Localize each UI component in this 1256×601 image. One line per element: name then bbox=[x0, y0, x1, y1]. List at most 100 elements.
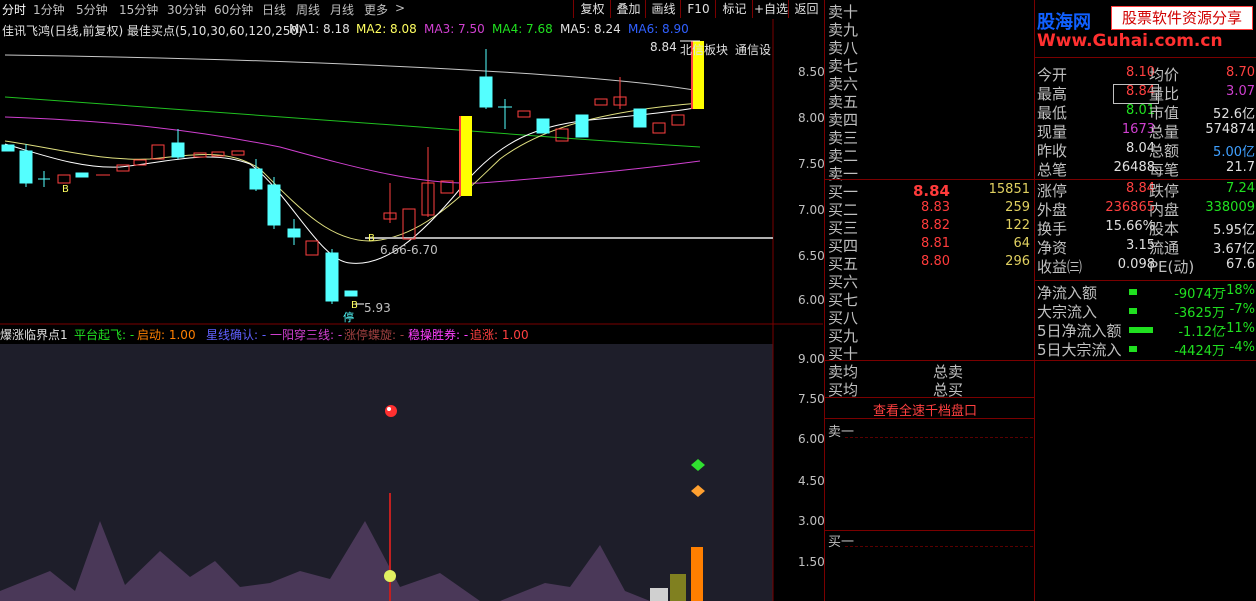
ma2-label: MA2: 8.08 bbox=[356, 22, 417, 36]
ma3-line bbox=[4, 116, 701, 184]
quote-value: 67.6 bbox=[1226, 257, 1255, 272]
quote-label: 收益㈢ bbox=[1037, 258, 1083, 276]
flow-bar bbox=[1129, 346, 1137, 352]
more-arrow-icon[interactable]: > bbox=[395, 1, 405, 15]
tab-intraday[interactable]: 分时 bbox=[2, 1, 26, 18]
tab-30min[interactable]: 30分钟 bbox=[167, 1, 206, 18]
quote-value: 0.098 bbox=[1117, 257, 1155, 272]
tab-more[interactable]: 更多 bbox=[364, 1, 388, 18]
ball-icon bbox=[385, 405, 397, 417]
flow-percent: -4% bbox=[1229, 340, 1255, 355]
high-value: 8.84 bbox=[650, 40, 677, 54]
signal-one-yang: 一阳穿三线: - bbox=[270, 328, 343, 342]
axis-label: 8.50 bbox=[798, 65, 825, 79]
ma6-label: MA6: 8.90 bbox=[628, 22, 689, 36]
axis-label: 7.50 bbox=[798, 157, 825, 171]
flow-percent: -11% bbox=[1221, 321, 1255, 336]
quote-value: 21.7 bbox=[1226, 160, 1255, 175]
flow-value: -1.12亿 bbox=[1178, 325, 1225, 340]
adjust-button[interactable]: 复权 bbox=[573, 0, 611, 18]
quote-value: 8.04 bbox=[1126, 141, 1155, 156]
quote-label: 昨收 bbox=[1037, 142, 1068, 160]
sector-label[interactable]: 北信板块 bbox=[680, 41, 728, 58]
draw-button[interactable]: 画线 bbox=[645, 0, 681, 18]
ma1-line bbox=[4, 106, 701, 264]
indicator-title: 爆涨临界点1 bbox=[0, 328, 68, 342]
signal-star: 星线确认: - bbox=[206, 328, 267, 342]
quote-value: 15.66% bbox=[1105, 219, 1155, 234]
low-value: 5.93 bbox=[364, 301, 391, 315]
buy-marker-2: B bbox=[368, 233, 375, 244]
tab-5min[interactable]: 5分钟 bbox=[76, 1, 108, 18]
indicator-bar bbox=[650, 588, 668, 601]
flow-percent: -7% bbox=[1229, 302, 1255, 317]
back-button[interactable]: 返回 bbox=[788, 0, 824, 18]
quote-label: 净资 bbox=[1037, 239, 1068, 257]
flow-label: 净流入额 bbox=[1037, 284, 1098, 302]
signal-platform: 平台起飞: - bbox=[74, 328, 135, 342]
quote-label: 市值 bbox=[1149, 104, 1180, 122]
quote-label: 最低 bbox=[1037, 104, 1068, 122]
quote-value: 236865 bbox=[1105, 200, 1155, 215]
suspend-marker: 停 bbox=[343, 311, 354, 324]
quote-label: 跌停 bbox=[1149, 182, 1180, 200]
quote-label: 现量 bbox=[1037, 123, 1068, 141]
kline-title: 佳讯飞鸿(日线,前复权) 最佳买点(5,10,30,60,120,250) bbox=[2, 24, 303, 38]
watchlist-button[interactable]: +自选 bbox=[752, 0, 789, 18]
quote-value: 7.24 bbox=[1226, 181, 1255, 196]
tab-15min[interactable]: 15分钟 bbox=[119, 1, 158, 18]
ma6-line bbox=[4, 54, 701, 92]
high-value-box bbox=[1113, 84, 1159, 104]
quote-label: 换手 bbox=[1037, 220, 1068, 238]
ma3-label: MA3: 7.50 bbox=[424, 22, 485, 36]
order-book: 卖十 卖九 卖八 卖七 卖六 卖五 卖四 卖三 卖二 卖一 买一 8.84 15851 买二 8.83 25… bbox=[824, 0, 1035, 601]
buy-marker-1: B bbox=[62, 184, 69, 195]
f10-button[interactable]: F10 bbox=[680, 0, 716, 18]
flow-bar bbox=[1129, 327, 1153, 333]
flow-label: 大宗流入 bbox=[1037, 303, 1098, 321]
full-depth-link[interactable]: 查看全速千档盘口 bbox=[873, 400, 977, 419]
tab-1min[interactable]: 1分钟 bbox=[33, 1, 65, 18]
tab-monthly[interactable]: 月线 bbox=[330, 1, 354, 18]
quote-value: 8.01 bbox=[1126, 103, 1155, 118]
flow-label: 5日大宗流入 bbox=[1037, 341, 1122, 359]
down-candles bbox=[1, 49, 647, 304]
quote-value: 1673 bbox=[1121, 122, 1155, 137]
buy-level-volume: 64 bbox=[1013, 236, 1030, 251]
quote-value: 8.70 bbox=[1226, 65, 1255, 80]
kline-canvas bbox=[0, 19, 823, 325]
quote-label: 今开 bbox=[1037, 66, 1068, 84]
quote-value: 338009 bbox=[1205, 200, 1255, 215]
tab-daily[interactable]: 日线 bbox=[262, 1, 286, 18]
kline-chart[interactable]: 佳讯飞鸿(日线,前复权) 最佳买点(5,10,30,60,120,250) MA… bbox=[0, 19, 825, 325]
quote-label: 总额 bbox=[1149, 142, 1180, 160]
mark-button[interactable]: 标记 bbox=[715, 0, 753, 18]
apple-icon bbox=[384, 570, 396, 582]
quote-value: 574874 bbox=[1205, 122, 1255, 137]
quote-label: 均价 bbox=[1149, 66, 1180, 84]
signal-limit: 涨停蝶旋: - bbox=[344, 328, 405, 342]
signal-chase: 追涨: 1.00 bbox=[470, 328, 529, 342]
buy-level-price: 8.83 bbox=[921, 200, 950, 215]
axis-label: 7.50 bbox=[798, 392, 825, 406]
quote-label: 每笔 bbox=[1149, 161, 1180, 179]
indicator-bar bbox=[691, 547, 703, 601]
axis-label: 6.00 bbox=[798, 293, 825, 307]
axis-label: 7.00 bbox=[798, 203, 825, 217]
quote-label: 涨停 bbox=[1037, 182, 1068, 200]
buy-level-volume: 15851 bbox=[988, 182, 1030, 197]
axis-label: 6.00 bbox=[798, 432, 825, 446]
tab-60min[interactable]: 60分钟 bbox=[214, 1, 253, 18]
quote-value: 52.6亿 bbox=[1213, 107, 1255, 122]
quote-panel: 股海网 股票软件资源分享 Www.Guhai.com.cn 今开 8.10 均价 8.… bbox=[1034, 0, 1256, 601]
overlay-button[interactable]: 叠加 bbox=[610, 0, 646, 18]
indicator-chart[interactable]: 爆涨临界点1 平台起飞: - 启动: 1.00 星线确认: - 一阳穿三线: -… bbox=[0, 325, 825, 601]
industry-label[interactable]: 通信设 bbox=[735, 41, 771, 58]
tab-weekly[interactable]: 周线 bbox=[296, 1, 320, 18]
range-label: 6.66-6.70 bbox=[380, 243, 438, 257]
signal-start: 启动: 1.00 bbox=[137, 328, 196, 342]
depth-buy1-label: 买一 bbox=[828, 535, 855, 550]
limit-up-edge bbox=[459, 116, 461, 196]
quote-label: 股本 bbox=[1149, 220, 1180, 238]
quote-value: 26488 bbox=[1113, 160, 1155, 175]
